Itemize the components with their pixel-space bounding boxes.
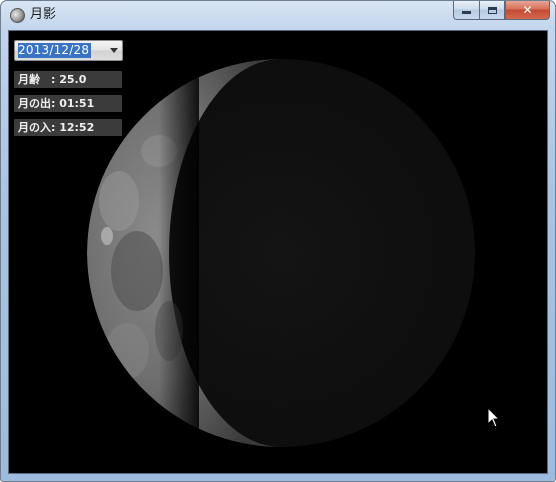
maximize-button[interactable] xyxy=(479,1,505,20)
moon-app-icon[interactable] xyxy=(10,8,25,23)
moon-view: 2013/12/28 月齢 : 25.0 月の出: 01:51 月の入: 12:… xyxy=(8,30,548,474)
crater xyxy=(101,227,113,245)
moon-age-label: 月齢 : 25.0 xyxy=(14,71,122,88)
date-picker[interactable]: 2013/12/28 xyxy=(14,40,123,61)
chevron-down-icon[interactable] xyxy=(110,48,118,53)
crater xyxy=(99,171,139,231)
close-icon: ✕ xyxy=(522,3,533,17)
title-bar[interactable]: 月影 ✕ xyxy=(1,1,555,30)
maximize-icon xyxy=(487,6,497,14)
crater xyxy=(111,231,163,311)
mouse-pointer-icon xyxy=(487,407,501,428)
terminator-shadow xyxy=(159,59,199,447)
moonset-label: 月の入: 12:52 xyxy=(14,119,122,136)
close-button[interactable]: ✕ xyxy=(505,1,550,20)
moonrise-label: 月の出: 01:51 xyxy=(14,95,122,112)
date-value[interactable]: 2013/12/28 xyxy=(18,43,92,58)
app-window: 月影 ✕ 2013/12/28 月齢: 25.0 月の出: 01:51 月の入… xyxy=(0,0,556,482)
caption-buttons: ✕ xyxy=(453,1,550,21)
crater xyxy=(105,323,149,379)
window-title: 月影 xyxy=(30,7,57,22)
minimize-icon xyxy=(462,11,471,14)
minimize-button[interactable] xyxy=(453,1,479,20)
